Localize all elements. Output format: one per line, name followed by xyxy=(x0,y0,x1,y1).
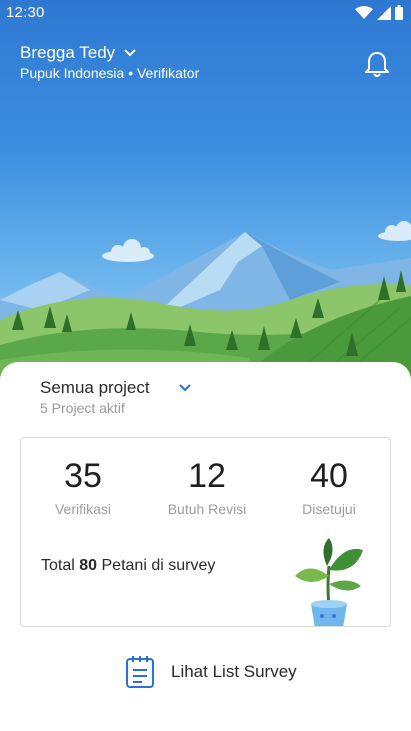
stat-verifikasi[interactable]: 35 Verifikasi xyxy=(28,456,138,517)
chevron-down-icon xyxy=(124,49,136,57)
list-survey-label: Lihat List Survey xyxy=(171,662,297,681)
status-time: 12:30 xyxy=(6,4,45,21)
stat-disetujui[interactable]: 40 Disetujui xyxy=(274,456,384,517)
total-prefix: Total xyxy=(41,557,75,574)
chevron-down-icon xyxy=(178,384,191,392)
project-count: 5 Project aktif xyxy=(40,400,125,416)
project-title: Semua project xyxy=(40,378,150,397)
stat-label: Butuh Revisi xyxy=(167,501,247,517)
cell-signal-icon xyxy=(377,5,391,20)
plant-illustration xyxy=(295,538,363,626)
stat-butuh-revisi[interactable]: 12 Butuh Revisi xyxy=(152,456,262,517)
project-selector[interactable]: Semua project xyxy=(40,378,192,398)
status-icons xyxy=(355,5,403,20)
stat-value: 40 xyxy=(310,457,348,495)
stats-card: 35 Verifikasi 12 Butuh Revisi 40 Disetuj… xyxy=(20,437,391,627)
user-subtitle: Pupuk Indonesia • Verifikator xyxy=(20,65,200,81)
bell-icon[interactable] xyxy=(364,50,390,78)
total-suffix: Petani di survey xyxy=(101,557,216,574)
wifi-icon xyxy=(355,5,373,19)
total-petani: Total 80 Petani di survey xyxy=(41,557,215,575)
user-switcher[interactable]: Bregga Tedy xyxy=(20,43,137,63)
stat-value: 12 xyxy=(188,457,226,495)
status-bar: 12:30 xyxy=(0,0,411,26)
stat-label: Disetujui xyxy=(302,501,356,517)
user-name: Bregga Tedy xyxy=(20,43,116,62)
total-count: 80 xyxy=(79,557,98,574)
clipboard-icon xyxy=(126,656,154,688)
battery-icon xyxy=(395,5,403,20)
stat-label: Verifikasi xyxy=(54,501,112,517)
stat-value: 35 xyxy=(64,457,102,495)
list-survey-button[interactable]: Lihat List Survey xyxy=(125,655,297,689)
